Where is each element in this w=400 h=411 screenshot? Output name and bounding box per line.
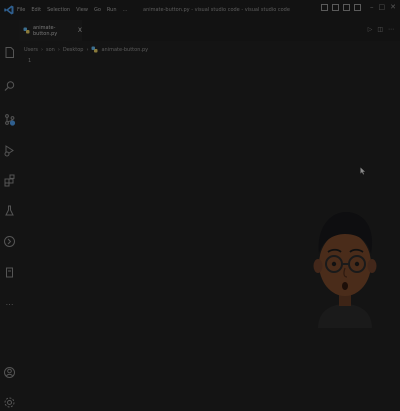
breadcrumb: Users › son › Desktop › animate-button.p… <box>24 45 148 54</box>
extensions-icon[interactable] <box>3 174 16 187</box>
toggle-panel-icon[interactable] <box>332 4 339 11</box>
more-icon[interactable]: ⋯ <box>3 298 16 311</box>
settings-icon[interactable] <box>3 396 16 409</box>
vscode-logo-icon <box>4 5 14 15</box>
breadcrumb-file[interactable]: animate-button.py <box>101 47 148 53</box>
window-controls: – □ ✕ <box>317 4 396 11</box>
title-bar: File Edit Selection View Go Run … animat… <box>0 0 400 20</box>
breadcrumb-user[interactable]: son <box>46 47 55 53</box>
toggle-secondary-sidebar-icon[interactable] <box>343 4 350 11</box>
breadcrumb-separator-icon: › <box>57 46 60 53</box>
breadcrumb-users[interactable]: Users <box>24 47 38 53</box>
close-tab-icon[interactable]: X <box>78 27 82 34</box>
explorer-icon[interactable] <box>3 46 16 59</box>
menu-go[interactable]: Go <box>94 7 101 13</box>
window-title: animate-button.py - visual studio code -… <box>143 7 290 13</box>
notebook-icon[interactable] <box>3 266 16 279</box>
run-debug-icon[interactable] <box>3 144 16 157</box>
menu-more[interactable]: … <box>123 7 128 13</box>
run-file-icon[interactable]: ▷ <box>368 26 373 33</box>
breadcrumb-desktop[interactable]: Desktop <box>63 47 84 53</box>
python-file-icon <box>91 46 98 53</box>
menu-run[interactable]: Run <box>107 7 117 13</box>
editor-tab[interactable]: animate-button.py X <box>19 20 82 41</box>
presenter-avatar <box>312 200 378 328</box>
activity-bar: ⋯ <box>0 20 19 408</box>
editor-tab-bar: animate-button.py X ▷ ◫ ⋯ <box>19 20 400 41</box>
menu-file[interactable]: File <box>17 7 25 13</box>
split-editor-icon[interactable]: ◫ <box>377 26 383 33</box>
menu-edit[interactable]: Edit <box>31 7 41 13</box>
menu-bar: File Edit Selection View Go Run … <box>17 0 134 20</box>
menu-view[interactable]: View <box>76 7 88 13</box>
customize-layout-icon[interactable] <box>354 4 361 11</box>
toggle-sidebar-icon[interactable] <box>321 4 328 11</box>
remote-icon[interactable] <box>3 235 16 248</box>
breadcrumb-separator-icon: › <box>41 46 44 53</box>
editor-actions: ▷ ◫ ⋯ <box>363 26 394 33</box>
line-number-gutter: 1 <box>28 58 31 64</box>
menu-selection[interactable]: Selection <box>47 7 70 13</box>
search-icon[interactable] <box>3 80 16 93</box>
tab-label: animate-button.py <box>33 24 58 37</box>
source-control-icon[interactable] <box>3 113 16 126</box>
mouse-pointer-icon <box>360 167 366 175</box>
account-icon[interactable] <box>3 366 16 379</box>
python-file-icon <box>23 27 30 34</box>
close-window-icon[interactable]: ✕ <box>390 4 396 11</box>
breadcrumb-separator-icon: › <box>86 46 89 53</box>
more-actions-icon[interactable]: ⋯ <box>388 26 394 33</box>
minimize-icon[interactable]: – <box>370 4 374 11</box>
line-number: 1 <box>28 58 32 64</box>
maximize-icon[interactable]: □ <box>379 4 386 11</box>
testing-icon[interactable] <box>3 204 16 217</box>
